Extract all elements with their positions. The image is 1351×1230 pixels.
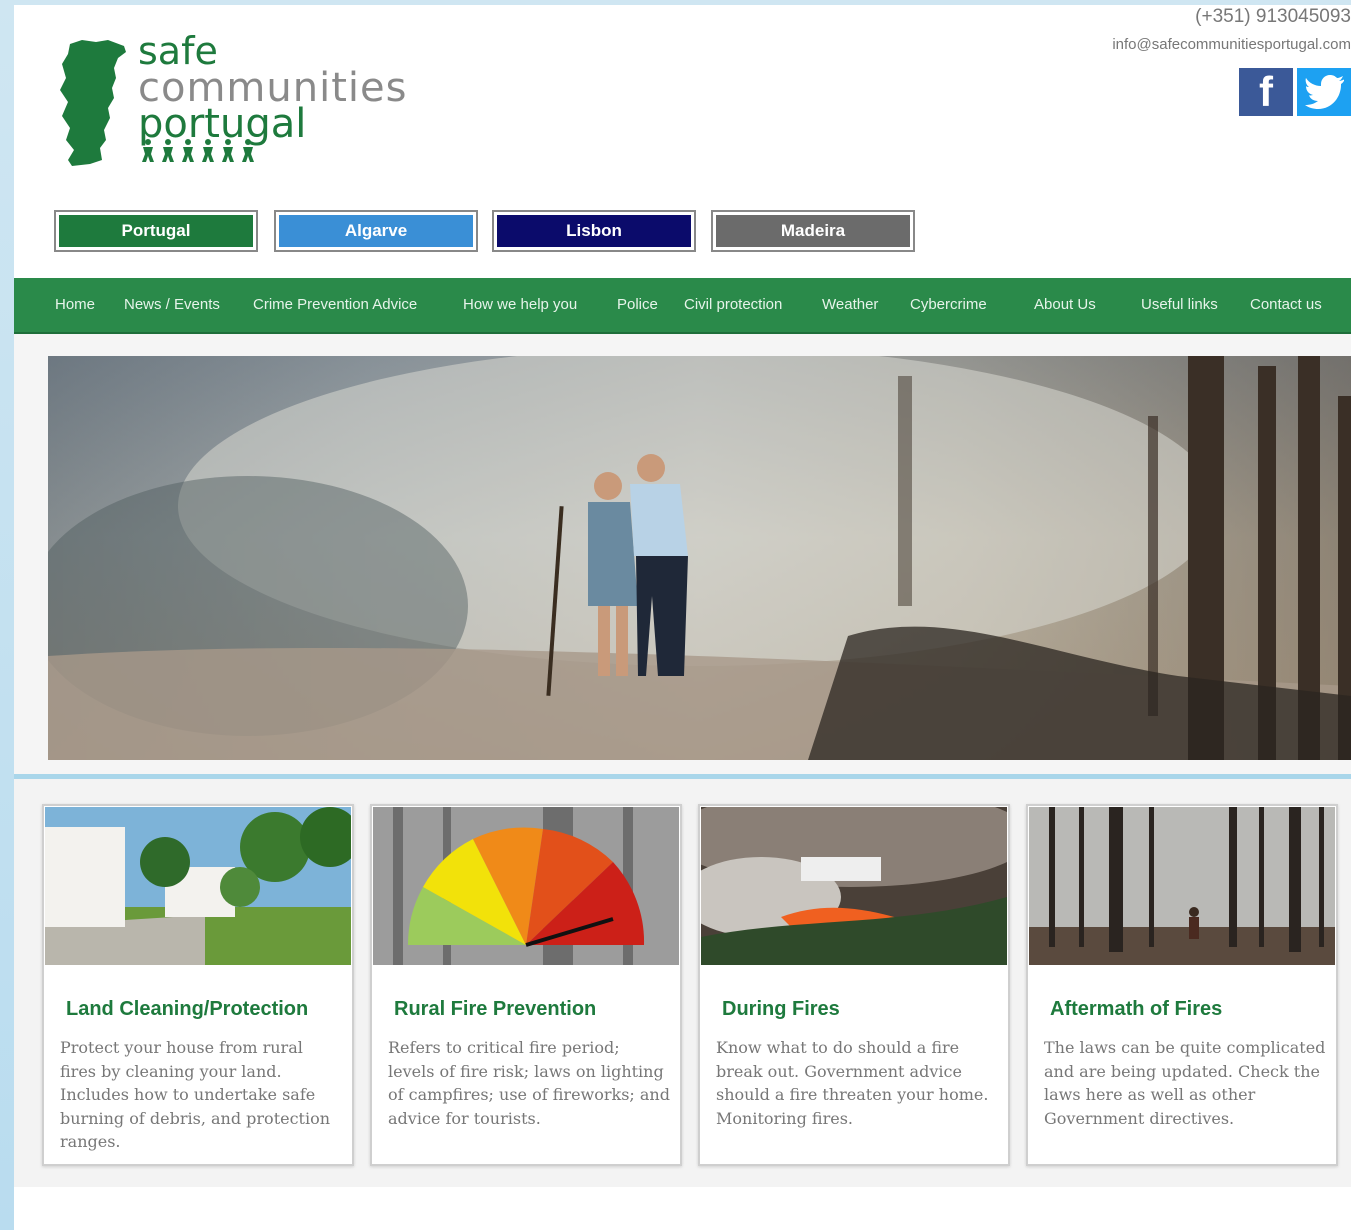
nav-item-weather[interactable]: Weather <box>822 296 878 313</box>
card-image-wildfire <box>701 807 1007 965</box>
nav-item-how-we-help[interactable]: How we help you <box>463 296 577 313</box>
region-button-portugal[interactable]: Portugal <box>54 210 258 252</box>
twitter-icon[interactable] <box>1297 68 1351 116</box>
card-text: Refers to critical fire period; levels o… <box>388 1038 670 1128</box>
region-button-madeira[interactable]: Madeira <box>711 210 915 252</box>
nav-item-police[interactable]: Police <box>617 296 658 313</box>
email-link[interactable]: info@safecommunitiesportugal.com <box>1021 36 1351 66</box>
social-links: f <box>1239 68 1351 116</box>
main-navigation: Home News / Events Crime Prevention Advi… <box>14 278 1351 334</box>
card-image-houses <box>45 807 351 965</box>
nav-item-crime-prevention[interactable]: Crime Prevention Advice <box>253 296 417 313</box>
card-title[interactable]: During Fires <box>722 998 840 1021</box>
card-aftermath-of-fires[interactable]: Aftermath of Fires The laws can be quite… <box>1026 804 1338 1166</box>
nav-item-cybercrime[interactable]: Cybercrime <box>910 296 987 313</box>
card-title[interactable]: Land Cleaning/Protection <box>66 998 308 1021</box>
nav-item-useful-links[interactable]: Useful links <box>1141 296 1218 313</box>
card-land-cleaning[interactable]: Land Cleaning/Protection Protect your ho… <box>42 804 354 1166</box>
hero-image <box>48 356 1351 760</box>
page-frame-left <box>0 0 14 1230</box>
card-rural-fire-prevention[interactable]: Rural Fire Prevention Refers to critical… <box>370 804 682 1166</box>
nav-item-civil-protection[interactable]: Civil protection <box>684 296 782 313</box>
page-frame-top <box>0 0 1351 5</box>
phone-number[interactable]: (+351) 913045093 <box>1021 6 1351 36</box>
facebook-icon[interactable]: f <box>1239 68 1293 116</box>
card-during-fires[interactable]: During Fires Know what to do should a fi… <box>698 804 1010 1166</box>
logo-word-safe: safe <box>138 29 218 73</box>
card-image-burnt-forest <box>1029 807 1335 965</box>
contact-block: (+351) 913045093 info@safecommunitiespor… <box>1021 6 1351 66</box>
region-button-algarve[interactable]: Algarve <box>274 210 478 252</box>
card-image-fire-risk-gauge <box>373 807 679 965</box>
card-text: Protect your house from rural fires by c… <box>60 1038 331 1151</box>
nav-item-home[interactable]: Home <box>55 296 95 313</box>
card-text: The laws can be quite complicated and ar… <box>1044 1038 1326 1128</box>
nav-item-about-us[interactable]: About Us <box>1034 296 1096 313</box>
portugal-map-icon <box>60 40 126 166</box>
card-title[interactable]: Aftermath of Fires <box>1050 998 1222 1021</box>
logo-word-communities: communities <box>138 65 408 111</box>
card-title[interactable]: Rural Fire Prevention <box>394 998 596 1021</box>
card-text: Know what to do should a fire break out.… <box>716 1038 989 1128</box>
region-button-lisbon[interactable]: Lisbon <box>492 210 696 252</box>
people-chain-icon <box>142 139 254 162</box>
nav-item-news-events[interactable]: News / Events <box>124 296 220 313</box>
nav-item-contact-us[interactable]: Contact us <box>1250 296 1322 313</box>
site-logo[interactable]: safe communities portugal <box>52 32 472 172</box>
